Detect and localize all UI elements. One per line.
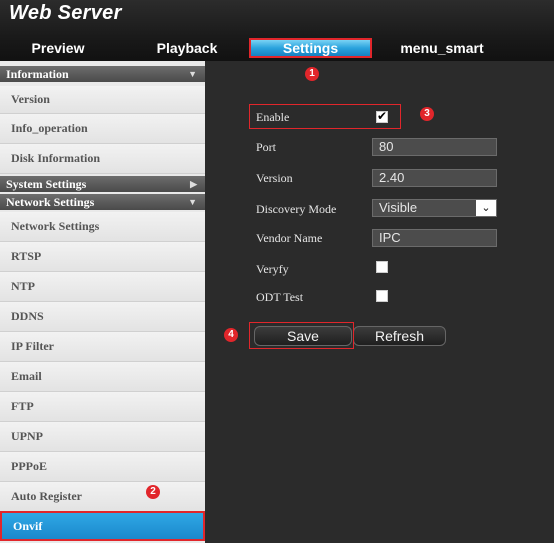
sidebar-group-network-settings[interactable]: Network Settings ▼ bbox=[0, 194, 205, 210]
group-label: System Settings bbox=[6, 177, 87, 191]
vendor-name-input[interactable]: IPC bbox=[372, 229, 497, 247]
sidebar-item-pppoe[interactable]: PPPoE bbox=[0, 452, 205, 482]
odt-test-label: ODT Test bbox=[256, 290, 304, 304]
callout-badge-4: 4 bbox=[224, 328, 238, 342]
version-label: Version bbox=[256, 171, 293, 185]
discovery-mode-select[interactable]: Visible ⌄ bbox=[372, 199, 497, 217]
callout-badge-3: 3 bbox=[420, 107, 434, 121]
sidebar-item-ntp[interactable]: NTP bbox=[0, 272, 205, 302]
sidebar-item-info-operation[interactable]: Info_operation bbox=[0, 114, 205, 144]
sidebar: Information ▼ Version Info_operation Dis… bbox=[0, 61, 205, 543]
chevron-down-icon: ▼ bbox=[188, 197, 197, 207]
check-icon: ✔ bbox=[377, 109, 388, 123]
sidebar-item-ddns[interactable]: DDNS bbox=[0, 302, 205, 332]
sidebar-item-onvif[interactable]: Onvif bbox=[0, 511, 205, 541]
enable-label: Enable bbox=[256, 110, 290, 124]
odt-test-checkbox[interactable] bbox=[376, 290, 388, 302]
sidebar-item-ftp[interactable]: FTP bbox=[0, 392, 205, 422]
sidebar-item-upnp[interactable]: UPNP bbox=[0, 422, 205, 452]
sidebar-item-network-settings[interactable]: Network Settings bbox=[0, 212, 205, 242]
app-title: Web Server bbox=[9, 2, 122, 24]
verify-checkbox[interactable] bbox=[376, 261, 388, 273]
callout-badge-1: 1 bbox=[305, 67, 319, 81]
save-button[interactable]: Save bbox=[254, 326, 352, 346]
vendor-name-label: Vendor Name bbox=[256, 231, 323, 245]
tab-settings[interactable]: Settings bbox=[249, 38, 372, 58]
port-input[interactable]: 80 bbox=[372, 138, 497, 156]
discovery-mode-label: Discovery Mode bbox=[256, 202, 337, 216]
refresh-button[interactable]: Refresh bbox=[353, 326, 446, 346]
sidebar-group-system-settings[interactable]: System Settings ▶ bbox=[0, 176, 205, 192]
group-label: Network Settings bbox=[6, 195, 95, 209]
verify-label: Veryfy bbox=[256, 262, 289, 276]
sidebar-item-email[interactable]: Email bbox=[0, 362, 205, 392]
tab-playback[interactable]: Playback bbox=[132, 38, 242, 58]
sidebar-item-version[interactable]: Version bbox=[0, 86, 205, 114]
sidebar-item-ip-filter[interactable]: IP Filter bbox=[0, 332, 205, 362]
enable-checkbox[interactable]: ✔ bbox=[376, 109, 388, 123]
sidebar-group-information[interactable]: Information ▼ bbox=[0, 66, 205, 82]
tab-menu-smart[interactable]: menu_smart bbox=[372, 38, 512, 58]
sidebar-item-disk-information[interactable]: Disk Information bbox=[0, 144, 205, 174]
sidebar-item-auto-register[interactable]: Auto Register bbox=[0, 482, 205, 512]
group-label: Information bbox=[6, 67, 69, 81]
tab-preview[interactable]: Preview bbox=[8, 38, 108, 58]
sidebar-item-rtsp[interactable]: RTSP bbox=[0, 242, 205, 272]
app-header: Web Server Preview Playback Settings men… bbox=[0, 0, 554, 61]
version-input[interactable]: 2.40 bbox=[372, 169, 497, 187]
chevron-down-icon: ⌄ bbox=[476, 200, 496, 216]
chevron-right-icon: ▶ bbox=[190, 179, 197, 189]
chevron-down-icon: ▼ bbox=[188, 69, 197, 79]
port-label: Port bbox=[256, 140, 277, 154]
discovery-mode-value: Visible bbox=[379, 200, 418, 215]
callout-badge-2: 2 bbox=[146, 485, 160, 499]
